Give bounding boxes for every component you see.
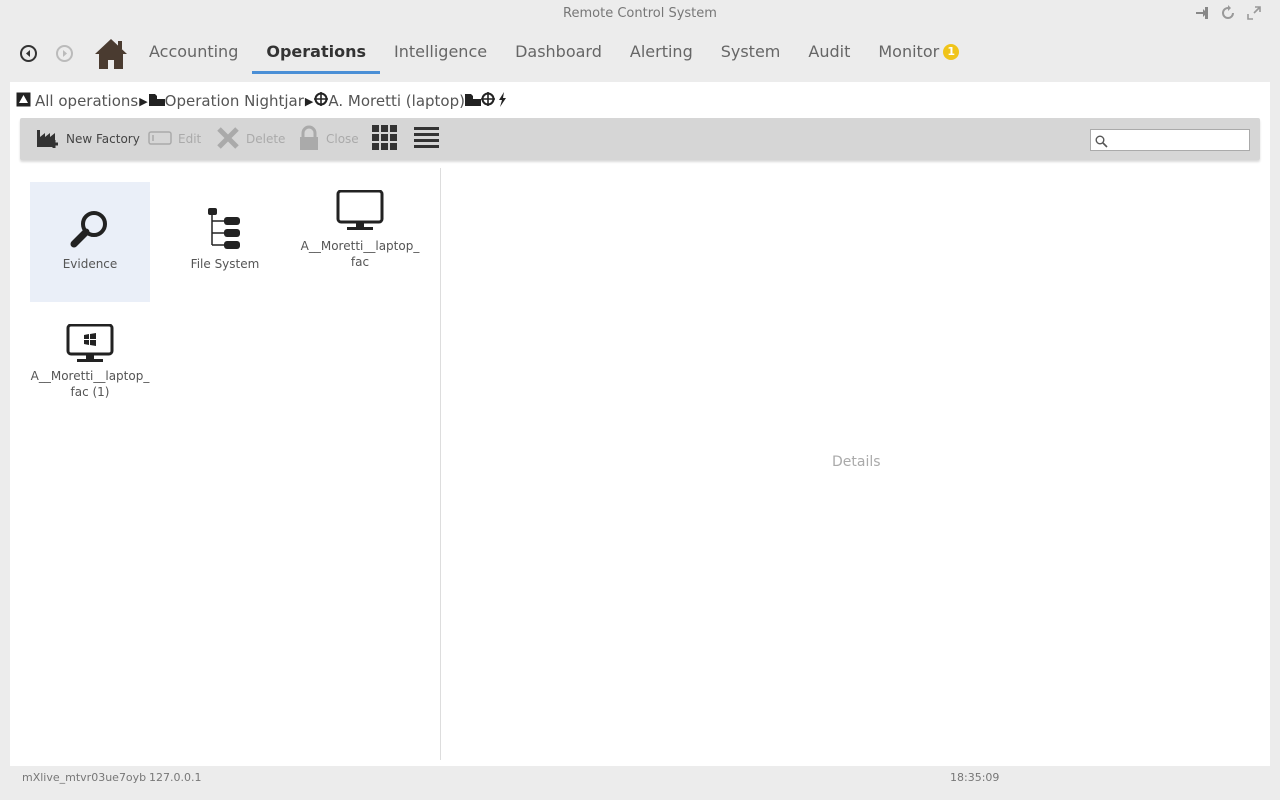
- items-pane: Evidence File System A__Moretti__laptop_…: [10, 168, 441, 760]
- new-factory-button[interactable]: New Factory: [36, 118, 140, 160]
- windows-monitor-icon: [30, 318, 150, 368]
- operations-panel: All operations ▶ Operation Nightjar ▶ A.…: [10, 82, 1270, 766]
- up-arrow-icon[interactable]: [16, 92, 31, 111]
- item-file-system[interactable]: File System: [165, 182, 285, 302]
- monitor-alert-badge: 1: [943, 43, 960, 60]
- delete-button[interactable]: Delete: [216, 118, 285, 160]
- close-label: Close: [326, 132, 359, 146]
- breadcrumb-separator-icon: ▶: [139, 94, 148, 108]
- tab-operations[interactable]: Operations: [252, 32, 380, 74]
- breadcrumb-operation[interactable]: Operation Nightjar: [165, 92, 304, 110]
- edit-button[interactable]: Edit: [148, 118, 201, 160]
- folder-icon: [148, 92, 165, 110]
- list-view-icon: [414, 126, 439, 152]
- back-button[interactable]: [20, 45, 37, 62]
- magnifier-icon: [30, 182, 150, 256]
- item-factory-fac-1[interactable]: A__Moretti__laptop_ fac (1): [30, 318, 150, 438]
- tab-accounting[interactable]: Accounting: [135, 32, 252, 72]
- maximize-icon[interactable]: [1246, 5, 1262, 21]
- grid-view-button[interactable]: [372, 118, 397, 160]
- tab-system[interactable]: System: [707, 32, 795, 72]
- delete-label: Delete: [246, 132, 286, 146]
- folder-icon: [464, 92, 481, 110]
- close-button[interactable]: Close: [298, 118, 359, 160]
- toolbar: New Factory Edit Delete Close: [20, 118, 1260, 160]
- tab-monitor[interactable]: Monitor 1: [864, 32, 973, 72]
- tab-alerting[interactable]: Alerting: [616, 32, 707, 72]
- item-label: A__Moretti__laptop_ fac (1): [30, 369, 150, 399]
- tree-icon: [165, 182, 285, 256]
- item-label: File System: [190, 257, 260, 271]
- tab-intelligence[interactable]: Intelligence: [380, 32, 501, 72]
- delete-icon: [216, 126, 240, 153]
- new-factory-label: New Factory: [66, 132, 140, 146]
- list-view-button[interactable]: [414, 118, 439, 160]
- grid-view-icon: [372, 125, 397, 153]
- edit-icon: [148, 130, 172, 149]
- breadcrumb: All operations ▶ Operation Nightjar ▶ A.…: [16, 88, 507, 114]
- main-tabs: Accounting Operations Intelligence Dashb…: [135, 32, 973, 74]
- tab-audit[interactable]: Audit: [794, 32, 864, 72]
- monitor-icon: [300, 182, 420, 238]
- session-id: mXlive_mtvr03ue7oyb: [22, 771, 147, 784]
- edit-label: Edit: [178, 132, 202, 146]
- server-ip: 127.0.0.1: [149, 771, 202, 784]
- search-icon: [1095, 133, 1108, 152]
- window-controls: [1194, 5, 1262, 21]
- factory-icon: [36, 128, 60, 151]
- item-label: Evidence: [62, 257, 118, 271]
- item-factory-fac[interactable]: A__Moretti__laptop_ fac: [300, 182, 420, 302]
- lock-icon: [298, 125, 320, 154]
- item-evidence[interactable]: Evidence: [30, 182, 150, 302]
- search-box[interactable]: [1090, 129, 1250, 151]
- refresh-icon[interactable]: [1220, 5, 1236, 21]
- lightning-icon: [498, 91, 507, 111]
- main-navbar: Accounting Operations Intelligence Dashb…: [0, 32, 1280, 74]
- breadcrumb-separator-icon: ▶: [304, 94, 314, 108]
- search-input[interactable]: [1113, 132, 1243, 148]
- clock: 18:35:09: [950, 771, 1000, 784]
- status-bar: mXlive_mtvr03ue7oyb 127.0.0.1 18:35:09: [0, 766, 1280, 790]
- details-placeholder: Details: [832, 454, 881, 470]
- tab-dashboard[interactable]: Dashboard: [501, 32, 616, 72]
- target-icon: [480, 92, 495, 110]
- breadcrumb-all-operations[interactable]: All operations: [35, 92, 138, 110]
- window-title: Remote Control System: [563, 6, 717, 21]
- logout-icon[interactable]: [1194, 5, 1210, 21]
- target-icon: [314, 92, 329, 110]
- tab-monitor-label: Monitor: [878, 42, 940, 61]
- breadcrumb-target[interactable]: A. Moretti (laptop): [328, 92, 465, 110]
- home-icon[interactable]: [93, 36, 129, 72]
- item-label: A__Moretti__laptop_ fac: [300, 239, 420, 269]
- forward-button[interactable]: [56, 45, 73, 62]
